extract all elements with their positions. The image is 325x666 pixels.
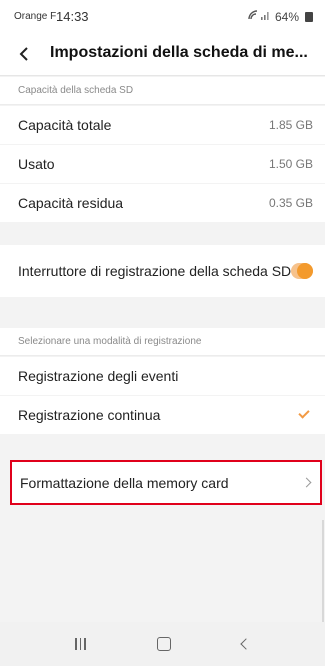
battery-percent: 64%: [274, 9, 299, 24]
system-back-button[interactable]: [239, 638, 252, 650]
capacity-section-header: Capacità della scheda SD: [0, 77, 325, 105]
mode-option-label: Registrazione continua: [18, 407, 161, 423]
total-capacity-row: Capacità totale 1.85 GB: [0, 106, 325, 144]
total-capacity-value: 1.85 GB: [268, 118, 313, 132]
sd-recording-switch-row: Interruttore di registrazione della sche…: [0, 245, 325, 297]
total-capacity-label: Capacità totale: [18, 117, 112, 133]
mode-option-events[interactable]: Registrazione degli eventi: [0, 357, 325, 395]
sd-recording-toggle[interactable]: [291, 263, 313, 279]
header: Impostazioni della scheda di me...: [0, 32, 325, 76]
used-capacity-row: Usato 1.50 GB: [0, 145, 325, 183]
page-title: Impostazioni della scheda di me...: [50, 44, 308, 61]
used-capacity-value: 1.50 GB: [268, 157, 313, 171]
home-button[interactable]: [156, 637, 171, 651]
remaining-capacity-label: Capacità residua: [18, 195, 124, 211]
status-time: 14:33: [56, 9, 89, 24]
carrier-name: Orange F: [14, 11, 57, 22]
used-capacity-label: Usato: [18, 156, 55, 172]
checkmark-icon: [298, 407, 310, 419]
sd-recording-switch-label: Interruttore di registrazione della sche…: [18, 263, 292, 279]
mode-option-continuous[interactable]: Registrazione continua: [0, 396, 325, 434]
remaining-capacity-row: Capacità residua 0.35 GB: [0, 184, 325, 222]
status-bar: Orange F 14:33 64%: [0, 0, 325, 32]
recents-button[interactable]: [75, 638, 86, 650]
format-memory-card-label: Formattazione della memory card: [20, 474, 229, 491]
signal-icon: [247, 9, 271, 24]
mode-option-label: Registrazione degli eventi: [18, 368, 179, 384]
toggle-knob: [297, 263, 313, 279]
remaining-capacity-value: 0.35 GB: [268, 196, 313, 210]
status-indicators: 64%: [247, 9, 313, 24]
chevron-left-icon: [19, 47, 28, 61]
system-navigation-bar: [0, 622, 325, 666]
format-memory-card-button[interactable]: Formattazione della memory card: [10, 460, 322, 505]
battery-icon: [305, 11, 313, 22]
back-button[interactable]: [10, 40, 38, 68]
chevron-right-icon: [301, 477, 312, 488]
mode-section-header: Selezionare una modalità di registrazion…: [0, 328, 325, 356]
